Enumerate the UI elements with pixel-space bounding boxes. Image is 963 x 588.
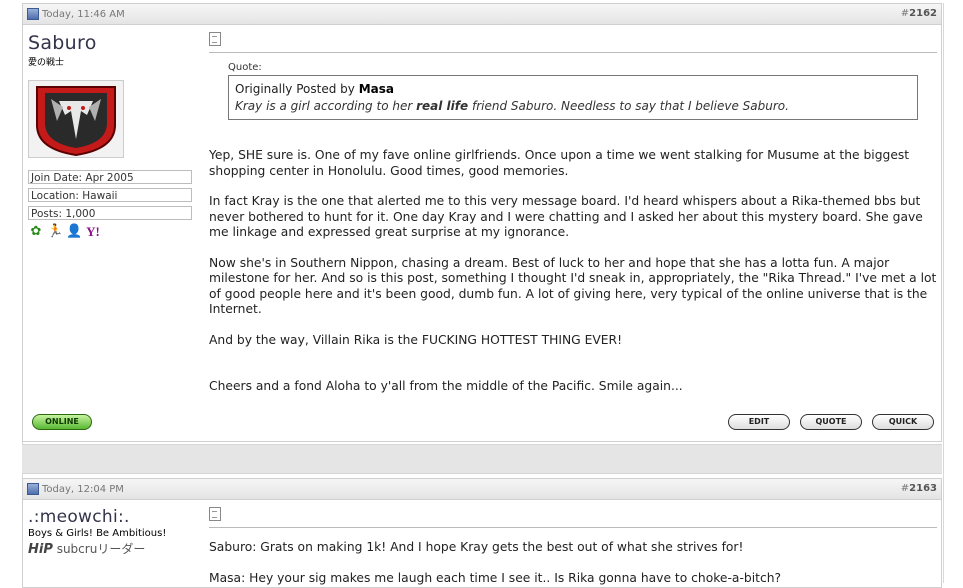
user-stats: Join Date: Apr 2005 Location: Hawaii Pos… xyxy=(28,170,198,220)
post-date-text: Today, 11:46 AM xyxy=(42,8,125,20)
quote-button[interactable]: QUOTE xyxy=(800,414,862,430)
paragraph: And by the way, Villain Rika is the FUCK… xyxy=(209,332,623,347)
avatar-image xyxy=(29,81,123,157)
message-divider xyxy=(209,52,937,53)
hip-logo: HiP xyxy=(28,542,53,557)
user-title: Boys & Girls! Be Ambitious! xyxy=(28,528,167,539)
quote-text-a: Kray is a girl according to her xyxy=(235,99,413,113)
user-info-column: Saburo 愛の戦士 Join Date: Apr 2005 Location… xyxy=(28,32,198,240)
post-date-icon xyxy=(27,8,39,20)
runner-icon[interactable]: 🏃 xyxy=(47,224,63,240)
post-number-prefix: # xyxy=(900,483,910,494)
post-date: Today, 12:04 PM xyxy=(27,483,124,495)
user-banner-sub: subcruリーダー xyxy=(56,542,146,556)
message-column: Quote: Originally Posted by Masa Kray is… xyxy=(209,32,937,395)
paragraph: Cheers and a fond Aloha to y'all from th… xyxy=(209,379,683,393)
post-separator xyxy=(22,444,942,474)
post-number: #2162 xyxy=(901,8,937,19)
user-info-column: .:meowchi:. Boys & Girls! Be Ambitious! … xyxy=(28,507,198,557)
paragraph: Masa: Hey your sig makes me laugh each t… xyxy=(209,570,782,585)
quote-block: Quote: Originally Posted by Masa Kray is… xyxy=(228,62,918,120)
location: Location: Hawaii xyxy=(28,188,192,202)
post-number: #2163 xyxy=(901,483,937,494)
post-number-prefix: # xyxy=(900,8,910,19)
post-header: Today, 11:46 AM #2162 xyxy=(23,4,941,25)
paragraph: Now she's in Southern Nippon, chasing a … xyxy=(209,255,937,317)
join-date: Join Date: Apr 2005 xyxy=(28,170,192,184)
paragraph: Saburo: Grats on making 1k! And I hope K… xyxy=(209,540,744,554)
message-body: Yep, SHE sure is. One of my fave online … xyxy=(209,148,937,395)
paragraph: Yep, SHE sure is. One of my fave online … xyxy=(209,148,910,178)
post-date-text: Today, 12:04 PM xyxy=(42,483,124,495)
post-icon xyxy=(209,32,221,46)
post-2163: Today, 12:04 PM #2163 .:meowchi:. Boys &… xyxy=(22,478,942,588)
quote-text-bold: real life xyxy=(416,99,469,113)
post-date: Today, 11:46 AM xyxy=(27,8,125,20)
dollar-icon[interactable]: ✿ xyxy=(28,224,44,240)
message-body: Saburo: Grats on making 1k! And I hope K… xyxy=(209,540,937,586)
post-2162: Today, 11:46 AM #2162 Saburo 愛の戦士 Join D… xyxy=(22,3,942,442)
post-count: Posts: 1,000 xyxy=(28,206,192,220)
online-status-button[interactable]: ONLINE xyxy=(32,414,92,430)
avatar xyxy=(28,80,124,158)
user-banner: HiP subcruリーダー xyxy=(28,540,198,557)
post-number-link[interactable]: 2162 xyxy=(909,8,937,19)
user-contact-icons: ✿ 🏃 👤 Y! xyxy=(28,224,198,240)
username[interactable]: Saburo xyxy=(28,32,198,54)
post-number-link[interactable]: 2163 xyxy=(909,483,937,494)
message-column: Saburo: Grats on making 1k! And I hope K… xyxy=(209,507,937,586)
quote-text-b: friend Saburo. Needless to say that I be… xyxy=(471,99,789,113)
edit-button[interactable]: EDIT xyxy=(728,414,790,430)
quote-prefix: Originally Posted by xyxy=(235,82,355,96)
post-date-icon xyxy=(27,483,39,495)
quick-reply-button[interactable]: QUICK xyxy=(872,414,934,430)
yahoo-icon[interactable]: Y! xyxy=(85,224,101,240)
paragraph: In fact Kray is the one that alerted me … xyxy=(209,194,923,239)
person-icon[interactable]: 👤 xyxy=(66,224,82,240)
username[interactable]: .:meowchi:. xyxy=(28,507,198,527)
quote-attribution: Originally Posted by Masa xyxy=(235,82,911,96)
quote-author[interactable]: Masa xyxy=(359,82,394,96)
message-divider xyxy=(209,527,937,528)
quote-box: Originally Posted by Masa Kray is a girl… xyxy=(228,75,918,120)
quote-label: Quote: xyxy=(228,62,262,73)
quote-text: Kray is a girl according to her real lif… xyxy=(235,99,911,113)
user-title: 愛の戦士 xyxy=(28,58,65,68)
post-icon xyxy=(209,507,221,521)
post-header: Today, 12:04 PM #2163 xyxy=(23,479,941,500)
